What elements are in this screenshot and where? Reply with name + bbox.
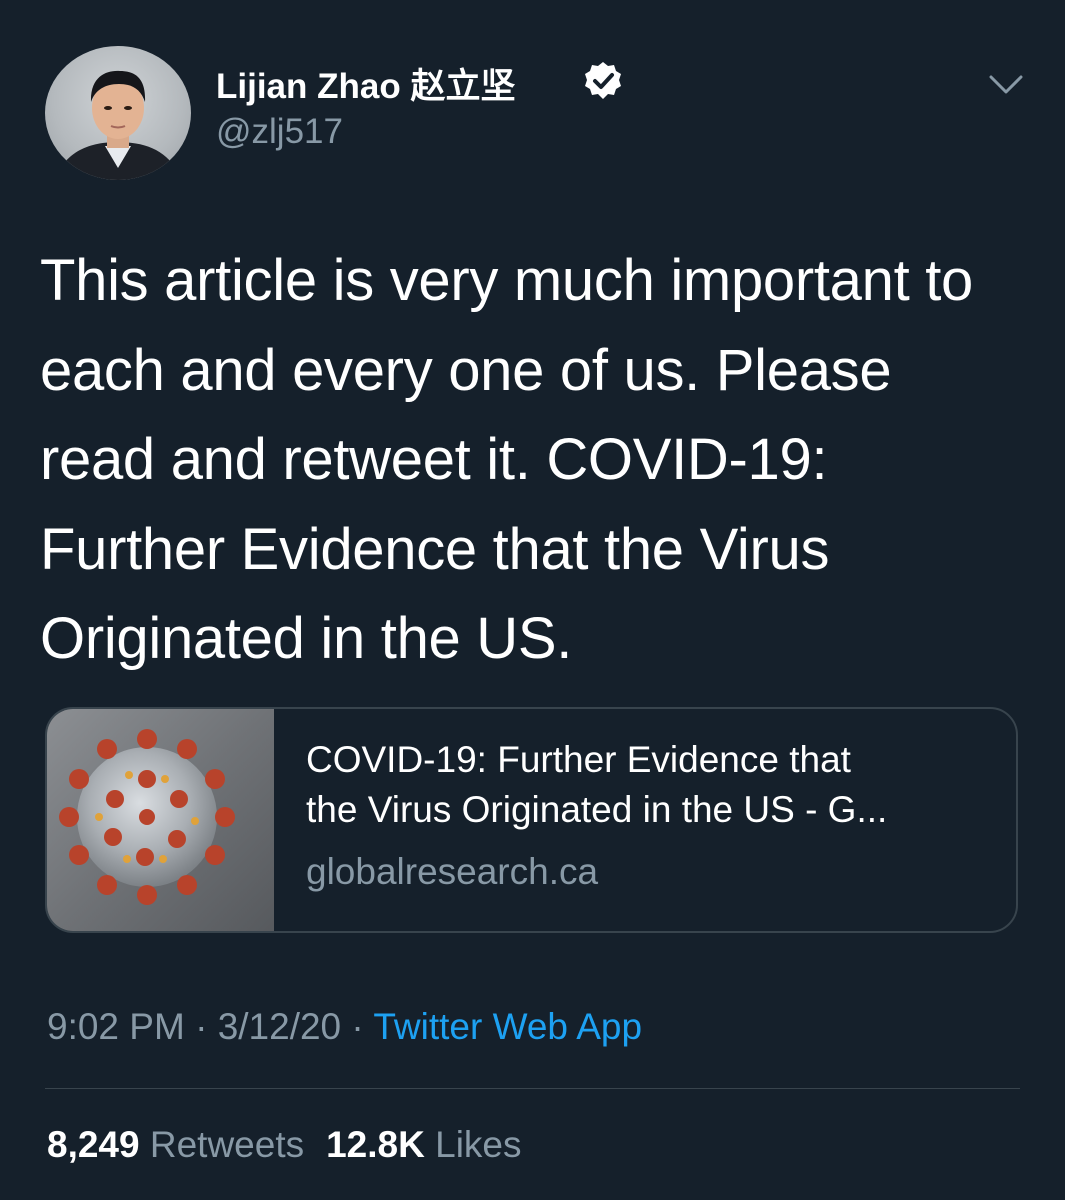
tweet-text-line: This article is very much important to	[40, 248, 973, 313]
retweets-count: 8,249	[47, 1124, 140, 1165]
meta-separator: ·	[341, 1006, 374, 1047]
author-handle[interactable]: @zlj517	[216, 112, 343, 152]
coronavirus-icon	[59, 729, 235, 905]
author-name[interactable]: Lijian Zhao 赵立坚	[216, 58, 515, 109]
verified-badge-icon	[585, 62, 621, 99]
profile-photo-icon	[55, 70, 181, 180]
tweet: Lijian Zhao 赵立坚 @zlj517 This article is …	[0, 0, 1065, 1200]
tweet-meta: 9:02 PM · 3/12/20 · Twitter Web App	[47, 1006, 642, 1048]
tweet-text-line: each and every one of us. Please	[40, 337, 892, 403]
tweet-time[interactable]: 9:02 PM	[47, 1006, 185, 1047]
likes-stat[interactable]: 12.8K Likes	[326, 1124, 521, 1165]
likes-label: Likes	[435, 1124, 522, 1165]
tweet-text-line: Further Evidence that the Virus	[40, 516, 830, 582]
coronavirus-image	[47, 709, 274, 931]
likes-count: 12.8K	[326, 1124, 425, 1165]
card-domain: globalresearch.ca	[306, 851, 599, 892]
tweet-text: This article is very much important to e…	[40, 236, 1030, 684]
retweets-stat[interactable]: 8,249 Retweets	[47, 1124, 304, 1165]
card-title-line: COVID-19: Further Evidence that	[306, 739, 851, 780]
link-preview-card[interactable]: COVID-19: Further Evidence that the Viru…	[45, 707, 1018, 933]
tweet-source-link[interactable]: Twitter Web App	[373, 1006, 642, 1047]
meta-separator: ·	[184, 1006, 218, 1047]
retweets-label: Retweets	[149, 1124, 305, 1165]
tweet-text-line: Originated in the US.	[40, 606, 573, 671]
card-title-line: the Virus Originated in the US - G...	[306, 789, 888, 830]
tweet-text-line: read and retweet it. COVID-19:	[40, 427, 828, 492]
tweet-date[interactable]: 3/12/20	[218, 1006, 341, 1047]
chevron-down-icon[interactable]	[988, 72, 1024, 98]
tweet-stats: 8,249 Retweets 12.8K Likes	[47, 1124, 522, 1166]
divider	[45, 1088, 1020, 1089]
avatar[interactable]	[45, 46, 191, 180]
card-title[interactable]: COVID-19: Further Evidence that the Viru…	[306, 735, 996, 835]
